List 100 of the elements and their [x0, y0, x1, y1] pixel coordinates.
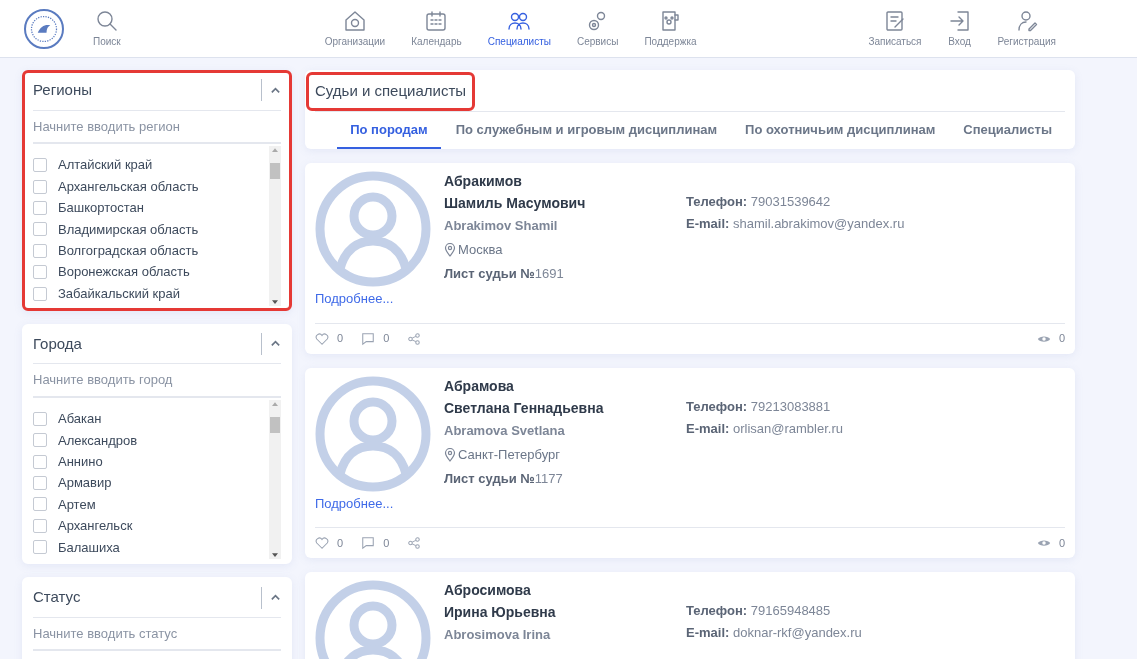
nav-item[interactable]: Записаться [861, 8, 929, 49]
checkbox-item[interactable]: Армавир [33, 473, 269, 493]
surname: Абрамова [444, 376, 515, 396]
view-count: 0 [1036, 330, 1065, 347]
checkbox-label: Архангельск [58, 517, 133, 536]
checkbox[interactable] [33, 497, 47, 512]
surname: Абракимов [444, 172, 523, 191]
calendar-icon [424, 8, 449, 33]
checkbox[interactable] [33, 222, 47, 237]
collapse-button[interactable] [261, 333, 281, 355]
checkbox-label: Алтайский край [58, 156, 153, 175]
checkbox-label: Башкортостан [58, 199, 144, 218]
nav-item[interactable]: Вход [940, 8, 979, 49]
nav-item[interactable]: Специалисты [480, 8, 558, 49]
latin-name: Abramova Svetlana [444, 421, 566, 440]
judge-sheet-number: Лист судьи №1177 [444, 469, 564, 488]
like-button[interactable]: 0 [315, 534, 344, 552]
checkbox[interactable] [33, 265, 47, 280]
more-link[interactable]: Подробнее... [315, 493, 394, 513]
checkbox-label: Аннино [58, 452, 103, 471]
email: E-mail: orlisan@rambler.ru [686, 419, 843, 438]
checkbox[interactable] [33, 433, 47, 448]
comment-button[interactable]: 0 [361, 330, 390, 347]
checkbox-item[interactable]: Воронежская область [33, 262, 269, 282]
collapse-button[interactable] [261, 586, 281, 609]
scroll-down-arrow-icon[interactable] [272, 299, 278, 304]
latin-name: Abrakimov Shamil [444, 217, 559, 235]
checkbox-item[interactable]: Владимирская область [33, 220, 269, 239]
email: E-mail: doknar-rkf@yandex.ru [686, 624, 862, 642]
checkbox-item[interactable]: Архангельская область [33, 177, 269, 196]
city: Санкт-Петербург [458, 445, 560, 464]
checkbox-label: Забайкальский край [58, 284, 180, 303]
surname: Абросимова [444, 581, 532, 600]
checkbox-item[interactable]: Волгоградская область [33, 241, 269, 260]
heart-icon [315, 536, 329, 550]
checkbox[interactable] [33, 179, 47, 194]
checkbox-item[interactable]: Башкортостан [33, 198, 269, 218]
heart-icon [315, 331, 329, 346]
collapse-button[interactable] [261, 79, 281, 102]
checkbox[interactable] [33, 540, 47, 555]
scroll-down-arrow-icon[interactable] [272, 553, 278, 558]
nav-item[interactable]: Организации [317, 8, 393, 49]
comment-icon [361, 331, 376, 346]
checkbox[interactable] [33, 243, 47, 258]
search-button[interactable]: Поиск [86, 8, 128, 49]
checkbox[interactable] [33, 454, 47, 469]
login-icon [947, 8, 972, 33]
full-name: Светлана Геннадьевна [444, 398, 605, 418]
tab[interactable]: По служебным и игровым дисциплинам [442, 111, 731, 149]
checkbox[interactable] [33, 518, 47, 533]
checkbox-item[interactable]: Балашиха [33, 538, 269, 557]
tab[interactable]: Специалисты [950, 111, 1065, 149]
checkbox-item[interactable]: Александров [33, 431, 269, 450]
checkbox-label: Александров [58, 431, 138, 450]
checkbox-label: Балашиха [58, 538, 120, 557]
scrollbar[interactable] [269, 399, 281, 560]
full-name: Шамиль Масумович [444, 194, 587, 213]
panel-title: Статус [33, 587, 81, 608]
checkbox-item[interactable]: Архангельск [33, 516, 269, 536]
checkbox-item[interactable]: Абакан [33, 409, 269, 429]
tab[interactable]: По породам [337, 111, 441, 149]
checkbox-item[interactable]: Аннино [33, 452, 269, 471]
comment-button[interactable]: 0 [361, 534, 390, 552]
checkbox-label: Воронежская область [58, 263, 190, 282]
checkbox[interactable] [33, 158, 47, 173]
checkbox[interactable] [33, 476, 47, 491]
full-name: Ирина Юрьевна [444, 603, 557, 622]
nav-item[interactable]: Календарь [404, 8, 469, 49]
nav-item[interactable]: Регистрация [990, 8, 1063, 49]
checkbox-label: Волгоградская область [58, 242, 199, 260]
checkbox-item[interactable]: Алтайский край [33, 156, 269, 175]
phone: Телефон: 79165948485 [686, 602, 832, 620]
judge-sheet-number: Лист судьи №1691 [444, 265, 565, 283]
scroll-thumb[interactable] [270, 416, 280, 433]
scrollbar[interactable] [269, 146, 281, 306]
scroll-thumb[interactable] [270, 162, 280, 179]
search-icon [94, 8, 119, 33]
scroll-up-arrow-icon[interactable] [272, 148, 278, 152]
checkbox-item[interactable]: Забайкальский край [33, 284, 269, 303]
more-link[interactable]: Подробнее... [315, 289, 394, 309]
share-button[interactable] [407, 331, 422, 346]
checkbox[interactable] [33, 200, 47, 215]
checkbox-item[interactable]: Артем [33, 495, 269, 514]
avatar-icon [315, 171, 431, 287]
chevron-up-icon [270, 84, 281, 96]
view-count: 0 [1036, 534, 1065, 552]
house-icon [342, 8, 367, 33]
checkbox[interactable] [33, 411, 47, 426]
location-pin-icon [444, 243, 456, 257]
nav-item[interactable]: Поддержка [637, 8, 704, 49]
logo-icon[interactable] [24, 8, 64, 49]
tab[interactable]: По охотничьим дисциплинам [732, 111, 949, 149]
scroll-up-arrow-icon[interactable] [272, 401, 278, 406]
page-title: Судьи и специалисты [309, 75, 473, 108]
like-button[interactable]: 0 [315, 330, 344, 347]
phone: Телефон: 79031539642 [686, 193, 832, 211]
checkbox[interactable] [33, 286, 47, 301]
checkbox-label: Абакан [58, 410, 102, 429]
nav-item[interactable]: Сервисы [569, 8, 626, 49]
share-button[interactable] [407, 536, 422, 550]
